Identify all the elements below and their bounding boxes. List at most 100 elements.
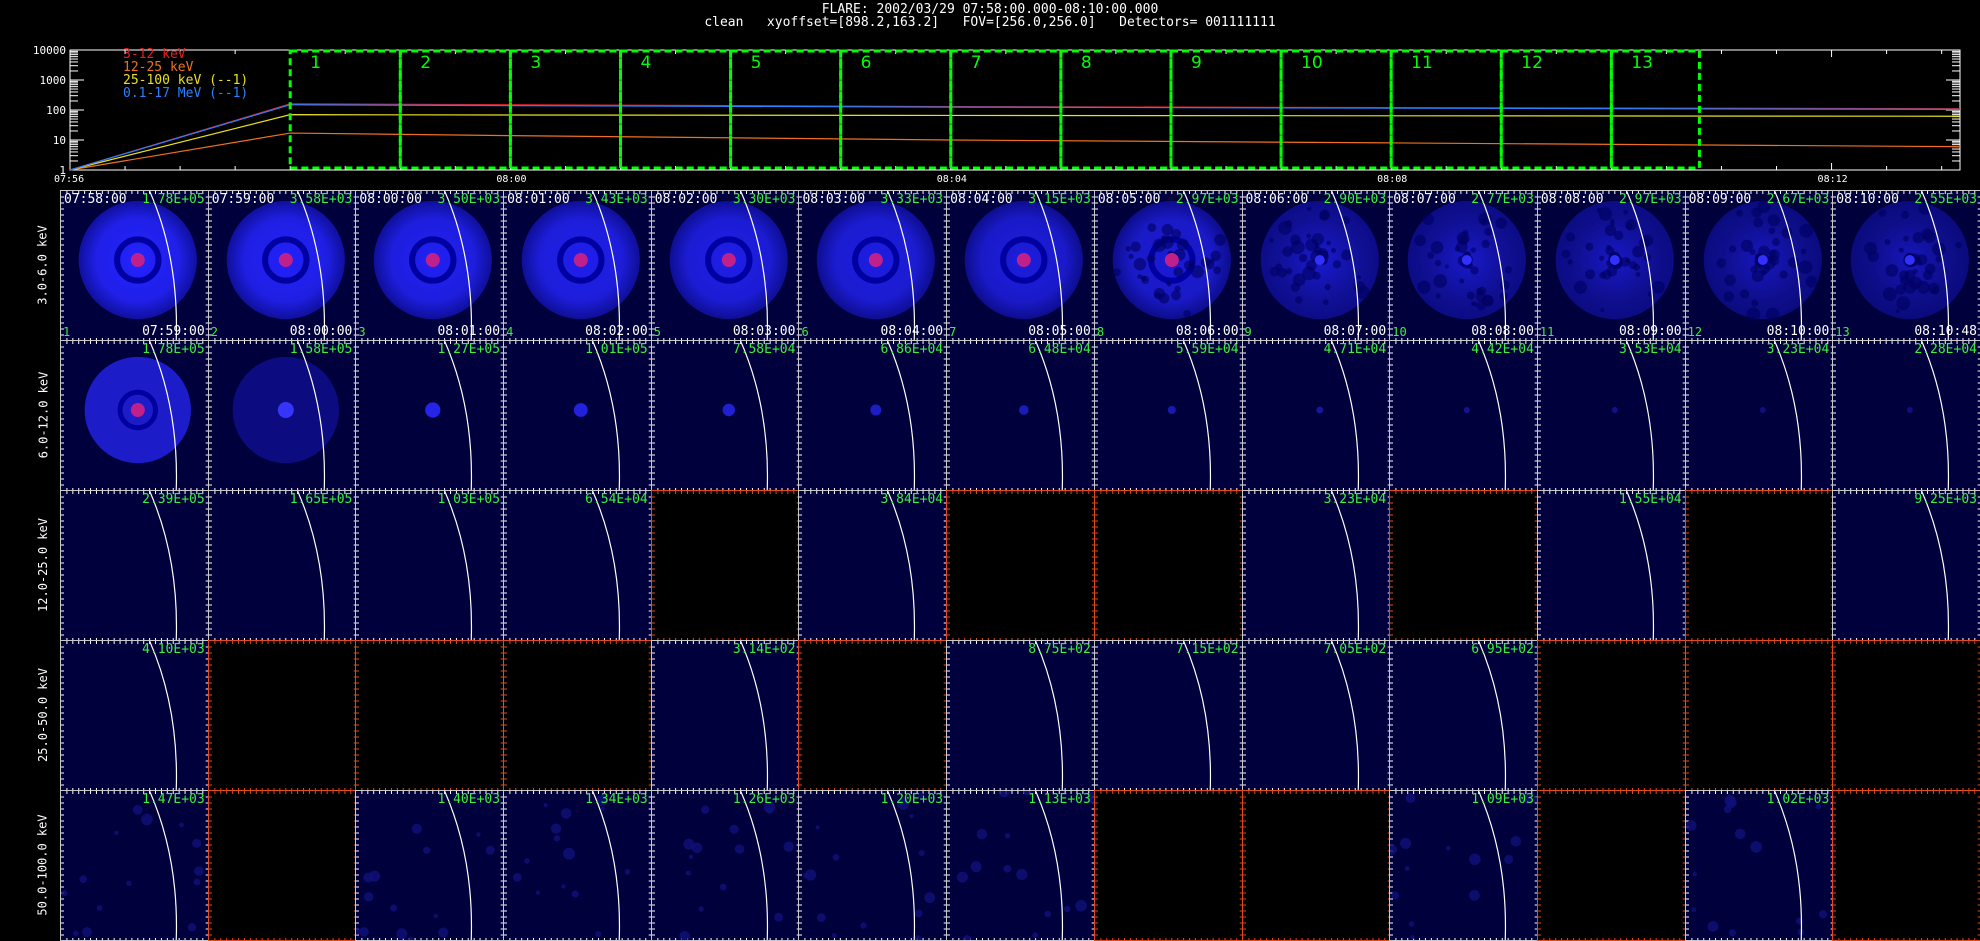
interval-box[interactable]: [1501, 51, 1611, 168]
image-panel[interactable]: 1.55E+04: [1537, 490, 1686, 641]
empty-panel[interactable]: [503, 640, 652, 791]
image-panel[interactable]: 1.65E+05: [208, 490, 357, 641]
noise-blob: [1141, 276, 1149, 284]
image-panel[interactable]: 3.50E+0308:00:0008:01:003: [355, 190, 504, 341]
image-panel[interactable]: 2.97E+0308:05:0008:06:008: [1094, 190, 1243, 341]
image-panel[interactable]: 3.43E+0308:01:0008:02:004: [503, 190, 652, 341]
empty-panel[interactable]: [355, 640, 504, 791]
image-panel[interactable]: 2.97E+0308:08:0008:09:0011: [1537, 190, 1686, 341]
empty-panel[interactable]: [1685, 490, 1834, 641]
noise-blob: [1171, 290, 1181, 300]
noise-blob: [1341, 250, 1352, 261]
interval-box[interactable]: [841, 51, 951, 168]
panel-image: [356, 641, 504, 791]
noise-blob: [1445, 264, 1449, 268]
panel-end-time: 08:00:00: [290, 324, 353, 339]
image-panel[interactable]: 1.03E+05: [355, 490, 504, 641]
interval-box[interactable]: [1171, 51, 1281, 168]
empty-panel[interactable]: [208, 640, 357, 791]
image-panel[interactable]: 6.86E+04: [798, 340, 947, 491]
lightcurve-frame: [70, 50, 1960, 170]
panel-image: [61, 491, 209, 641]
image-panel[interactable]: 5.59E+04: [1094, 340, 1243, 491]
interval-box[interactable]: [620, 51, 730, 168]
image-grid: 3.0-6.0 keV6.0-12.0 keV12.0-25.0 keV25.0…: [30, 190, 1980, 940]
panel-image: [356, 341, 504, 491]
panel-image: [504, 491, 652, 641]
panel-interval-number: 10: [1392, 325, 1406, 339]
image-panel[interactable]: 1.78E+05: [60, 340, 209, 491]
panel-image: [947, 491, 1095, 641]
noise-blob: [1800, 249, 1806, 255]
energy-band-label: 6.0-12.0 keV: [30, 340, 56, 490]
noise-blob: [1736, 210, 1743, 217]
image-panel[interactable]: 7.58E+04: [651, 340, 800, 491]
empty-panel[interactable]: [1094, 490, 1243, 641]
empty-panel[interactable]: [651, 490, 800, 641]
flare-core: [1019, 405, 1029, 415]
panel-peak-value: 3.84E+04: [881, 492, 944, 507]
interval-box[interactable]: [1391, 51, 1501, 168]
image-panel[interactable]: 9.25E+03: [1832, 490, 1980, 641]
interval-box[interactable]: [731, 51, 841, 168]
image-panel[interactable]: 3.30E+0308:02:0008:03:005: [651, 190, 800, 341]
interval-box[interactable]: [1611, 51, 1699, 168]
image-panel[interactable]: 2.67E+0308:09:0008:10:0012: [1685, 190, 1834, 341]
image-panel[interactable]: 4.71E+04: [1242, 340, 1391, 491]
x-tick-label: 08:04: [937, 174, 967, 185]
flare-core: [131, 253, 145, 267]
panel-peak-value: 2.97E+03: [1176, 192, 1239, 207]
interval-box[interactable]: [1281, 51, 1391, 168]
panel-peak-value: 3.23E+04: [1767, 342, 1830, 357]
image-panel[interactable]: 4.10E+03: [60, 640, 209, 791]
interval-box[interactable]: [290, 51, 400, 168]
panel-image: [504, 341, 652, 491]
image-panel[interactable]: 2.28E+04: [1832, 340, 1980, 491]
image-panel[interactable]: 6.48E+04: [946, 340, 1095, 491]
panel-peak-value: 1.65E+05: [290, 492, 353, 507]
panel-end-time: 08:04:00: [881, 324, 944, 339]
image-panel[interactable]: 3.15E+0308:04:0008:05:007: [946, 190, 1095, 341]
solar-limb: [1331, 341, 1358, 491]
image-panel[interactable]: 2.90E+0308:06:0008:07:009: [1242, 190, 1391, 341]
panel-image: [1538, 191, 1686, 341]
image-panel[interactable]: 2.39E+05: [60, 490, 209, 641]
noise-blob: [1356, 275, 1360, 279]
interval-box[interactable]: [400, 51, 510, 168]
flare-core: [1464, 407, 1470, 413]
interval-box[interactable]: [1061, 51, 1171, 168]
image-panel[interactable]: 4.42E+04: [1389, 340, 1538, 491]
image-panel[interactable]: 2.77E+0308:07:0008:08:0010: [1389, 190, 1538, 341]
flare-core: [1612, 407, 1618, 413]
empty-panel[interactable]: [946, 490, 1095, 641]
interval-box[interactable]: [951, 51, 1061, 168]
image-panel[interactable]: 1.78E+0507:58:0007:59:001: [60, 190, 209, 341]
noise-blob: [1428, 252, 1435, 259]
image-panel[interactable]: 2.55E+0308:10:0008:10:4813: [1832, 190, 1980, 341]
empty-panel[interactable]: [1389, 490, 1538, 641]
image-panel[interactable]: 1.01E+05: [503, 340, 652, 491]
image-panel[interactable]: 3.33E+0308:03:0008:04:006: [798, 190, 947, 341]
panel-end-time: 08:09:00: [1619, 324, 1682, 339]
interval-label: 6: [861, 53, 872, 73]
noise-blob: [1626, 223, 1633, 230]
image-panel[interactable]: 6.54E+04: [503, 490, 652, 641]
flare-core: [1168, 406, 1176, 414]
image-panel[interactable]: 3.84E+04: [798, 490, 947, 641]
image-panel[interactable]: 1.27E+05: [355, 340, 504, 491]
flare-core: [1314, 255, 1324, 265]
empty-panel[interactable]: [798, 640, 947, 791]
image-panel[interactable]: 3.58E+0307:59:0008:00:002: [208, 190, 357, 341]
image-panel[interactable]: 1.58E+05: [208, 340, 357, 491]
solar-limb: [445, 341, 472, 491]
image-panel[interactable]: 3.14E+02: [651, 640, 800, 791]
image-panel[interactable]: 3.23E+04: [1242, 490, 1391, 641]
plot-header: FLARE: 2002/03/29 07:58:00.000-08:10:00.…: [0, 3, 1980, 29]
panel-peak-value: 2.90E+03: [1324, 192, 1387, 207]
panel-peak-value: 2.77E+03: [1471, 192, 1534, 207]
solar-limb: [1479, 341, 1506, 491]
panel-interval-number: 5: [654, 325, 661, 339]
interval-box[interactable]: [510, 51, 620, 168]
image-panel[interactable]: 3.53E+04: [1537, 340, 1686, 491]
image-panel[interactable]: 3.23E+04: [1685, 340, 1834, 491]
